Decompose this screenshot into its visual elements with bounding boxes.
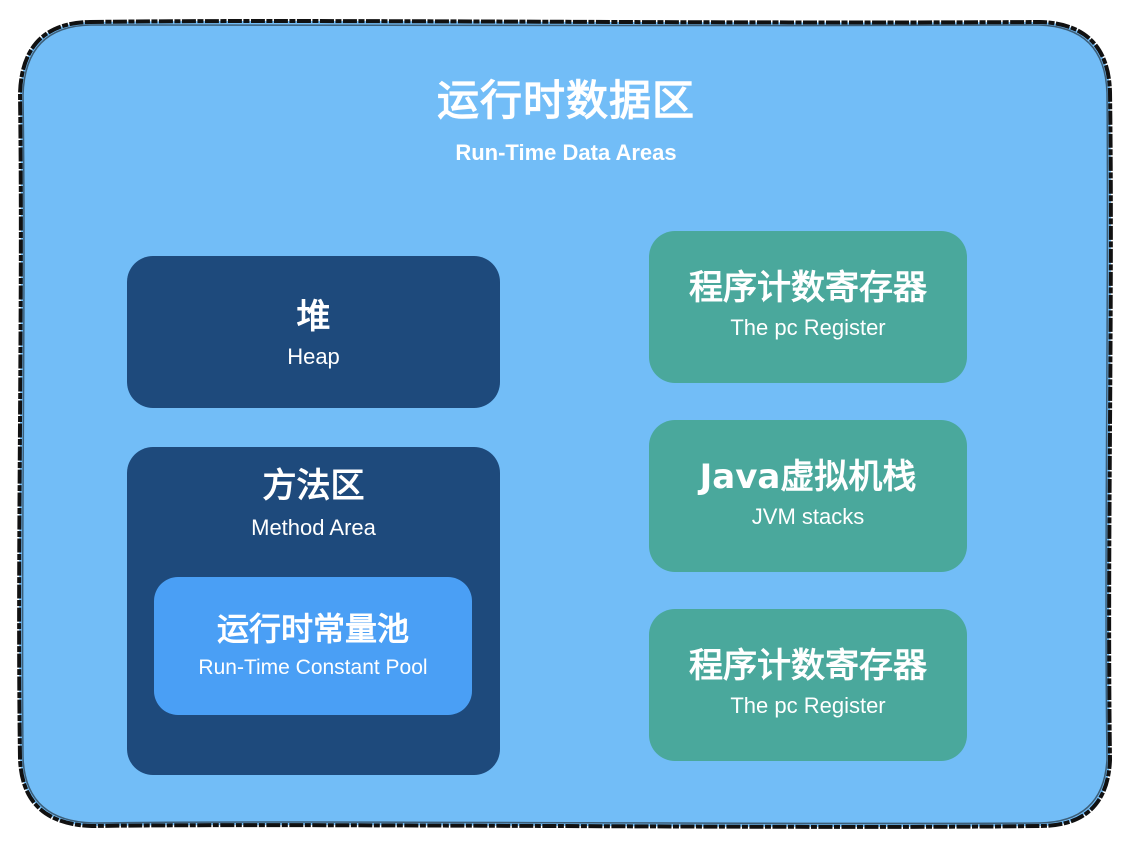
heap-box: 堆 Heap [127,256,500,408]
method-area-title-en: Method Area [251,515,376,540]
runtime-constant-pool-title-zh: 运行时常量池 [216,610,409,648]
pc-register-box-1: 程序计数寄存器 The pc Register [649,231,967,383]
heap-title-en: Heap [287,344,340,369]
pc-register-1-title-zh: 程序计数寄存器 [689,268,927,308]
jvm-stacks-title-zh: Java虚拟机栈 [699,457,917,497]
jvm-stacks-box: Java虚拟机栈 JVM stacks [649,420,967,572]
heap-title-zh: 堆 [296,297,331,337]
runtime-data-areas-title-zh: 运行时数据区 [436,76,695,125]
runtime-constant-pool-box: 运行时常量池 Run-Time Constant Pool [154,577,472,715]
runtime-data-areas-title: 运行时数据区 Run-Time Data Areas [0,80,1132,164]
pc-register-2-title-zh: 程序计数寄存器 [689,646,927,686]
runtime-data-areas-title-en: Run-Time Data Areas [455,140,677,165]
jvm-stacks-title-en: JVM stacks [751,504,865,529]
pc-register-2-title-en: The pc Register [730,693,886,718]
pc-register-box-2: 程序计数寄存器 The pc Register [649,609,967,761]
method-area-title-zh: 方法区 [262,466,365,506]
pc-register-1-title-en: The pc Register [730,315,886,340]
runtime-data-areas-diagram: 运行时数据区 Run-Time Data Areas 堆 Heap 方法区 Me… [0,0,1132,846]
runtime-constant-pool-title-en: Run-Time Constant Pool [198,656,428,679]
